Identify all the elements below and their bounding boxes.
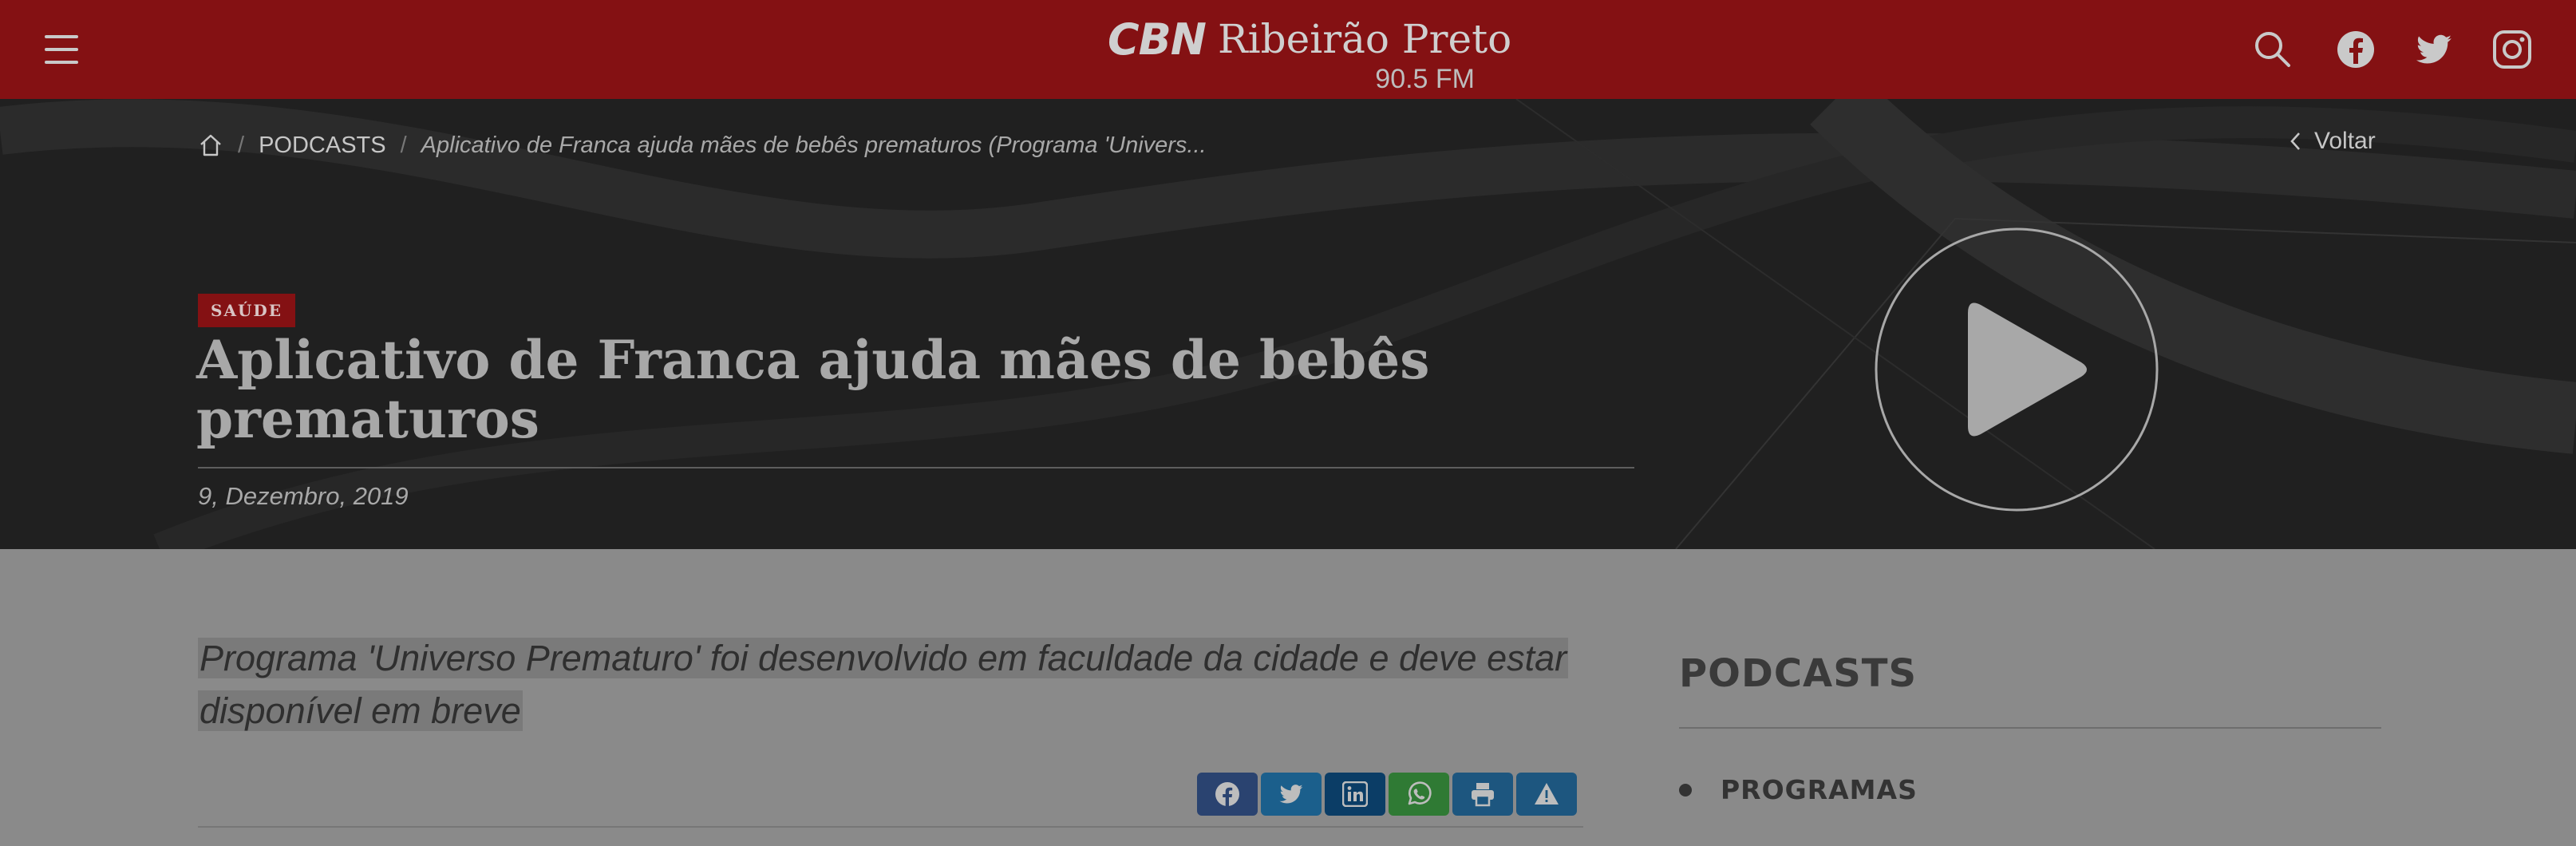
whatsapp-icon [1408, 781, 1432, 805]
search-icon[interactable] [2252, 29, 2294, 70]
article-content: Programa 'Universo Prematuro' foi desenv… [0, 549, 2576, 846]
top-navbar: CBN Ribeirão Preto 90.5 FM [0, 0, 2576, 99]
print-button[interactable] [1452, 773, 1513, 816]
report-error-button[interactable] [1516, 773, 1577, 816]
sidebar-divider [1679, 727, 2381, 729]
back-label: Voltar [2314, 128, 2376, 154]
print-icon [1472, 783, 1494, 807]
content-divider [198, 826, 1583, 828]
breadcrumb-separator: / [238, 132, 245, 158]
twitter-icon[interactable] [2413, 29, 2455, 70]
title-divider [198, 467, 1634, 468]
logo-brand: CBN [1108, 14, 1207, 65]
breadcrumb-podcasts-link[interactable]: PODCASTS [259, 132, 386, 159]
linkedin-icon [1342, 781, 1368, 807]
logo-frequency: 90.5 FM [1375, 64, 1475, 94]
home-icon[interactable] [198, 132, 223, 158]
twitter-icon [1279, 785, 1303, 804]
sidebar-item-programas[interactable]: PROGRAMAS [1679, 774, 1918, 805]
instagram-icon[interactable] [2491, 29, 2533, 70]
sidebar-title: PODCASTS [1679, 651, 1918, 696]
facebook-icon [1215, 782, 1239, 806]
bullet-icon [1679, 783, 1692, 797]
category-tag[interactable]: SAÚDE [198, 294, 295, 327]
share-linkedin-button[interactable] [1325, 773, 1385, 816]
article-date: 9, Dezembro, 2019 [198, 482, 409, 510]
article-subtitle-text: Programa 'Universo Prematuro' foi desenv… [198, 638, 1569, 731]
share-whatsapp-button[interactable] [1389, 773, 1449, 816]
share-facebook-button[interactable] [1197, 773, 1258, 816]
sidebar-item-label: PROGRAMAS [1721, 774, 1918, 805]
share-bar [1197, 773, 1580, 816]
article-title: Aplicativo de Franca ajuda mães de bebês… [196, 329, 1430, 450]
breadcrumb-separator: / [400, 132, 407, 158]
breadcrumb-current: Aplicativo de Franca ajuda mães de bebês… [421, 132, 1207, 158]
site-logo[interactable]: CBN Ribeirão Preto 90.5 FM [1108, 14, 1511, 94]
play-icon[interactable] [1874, 227, 2159, 512]
article-subtitle: Programa 'Universo Prematuro' foi desenv… [198, 632, 1570, 737]
chevron-left-icon [2290, 132, 2300, 150]
facebook-icon[interactable] [2335, 29, 2376, 70]
share-twitter-button[interactable] [1261, 773, 1322, 816]
alert-icon [1535, 783, 1559, 804]
logo-city: Ribeirão Preto [1218, 16, 1512, 62]
back-button[interactable]: Voltar [2289, 128, 2376, 155]
menu-icon[interactable] [45, 32, 80, 67]
breadcrumb: / PODCASTS / Aplicativo de Franca ajuda … [198, 123, 1207, 168]
